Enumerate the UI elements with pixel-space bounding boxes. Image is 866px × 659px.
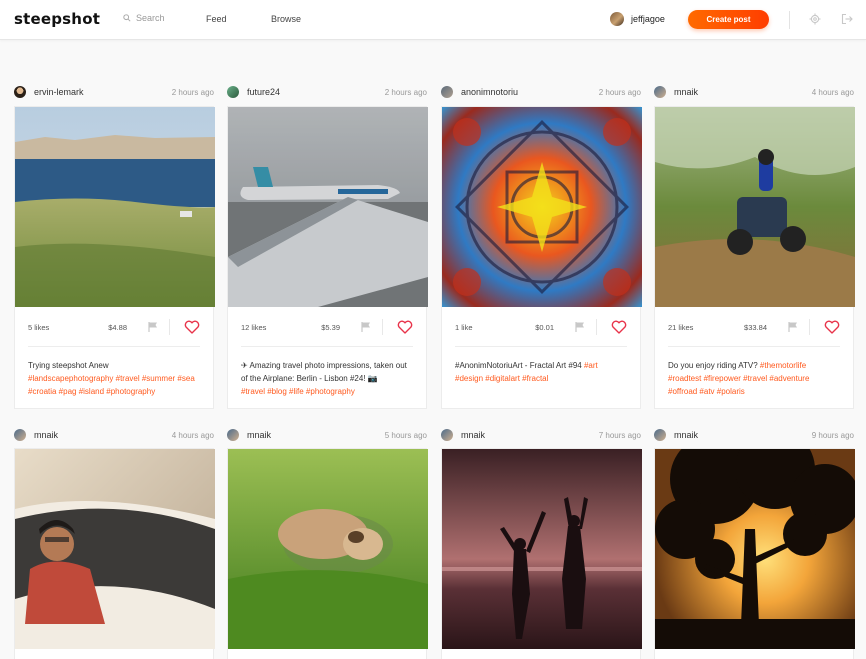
post-time: 9 hours ago [811,430,854,440]
post-text: #AnonimNotoriuArt - Fractal Art #94 [455,361,582,370]
post-photo[interactable] [655,107,855,307]
payout: $0.01 [535,323,554,332]
post-header: future24 2 hours ago [227,84,427,100]
heart-icon[interactable] [611,320,627,334]
post-author[interactable]: anonimnotoriu [461,87,518,97]
post-time: 2 hours ago [171,87,214,97]
post-photo[interactable] [442,107,642,307]
post-stats: 12 likes $5.39 [241,307,413,347]
avatar[interactable] [441,86,453,98]
post-header: mnaik 4 hours ago [654,84,854,100]
avatar[interactable] [654,429,666,441]
post-text: Do you enjoy riding ATV? [668,361,758,370]
post-text: Trying steepshot Anew [28,361,109,370]
likes-count[interactable]: 21 likes [668,323,693,332]
post-photo[interactable] [442,449,642,649]
post-author[interactable]: mnaik [674,430,698,440]
post-text: ✈ Amazing travel photo impressions, take… [241,361,407,383]
post-time: 4 hours ago [171,430,214,440]
post-time: 4 hours ago [811,87,854,97]
post-photo[interactable] [228,107,428,307]
post-time: 5 hours ago [384,430,427,440]
divider [596,319,597,335]
post-card[interactable]: 5 likes $4.88 Trying steepshot Anew #lan… [14,106,215,409]
divider [809,319,810,335]
post-time: 2 hours ago [384,87,427,97]
post-card[interactable]: 1 like $0.01 #AnonimNotoriuArt - Fractal… [441,106,642,409]
post-stats: 21 likes $33.84 [668,307,840,347]
post-time: 7 hours ago [598,430,641,440]
likes-count[interactable]: 12 likes [241,323,266,332]
post-author[interactable]: mnaik [461,430,485,440]
heart-icon[interactable] [184,320,200,334]
nav-feed[interactable]: Feed [206,14,227,24]
avatar[interactable] [654,86,666,98]
search-icon [123,14,131,22]
avatar [610,12,624,26]
payout: $4.88 [108,323,127,332]
top-header: steepshot Search Feed Browse jeffjagoe C… [0,0,866,40]
post-card[interactable] [441,448,642,659]
logout-icon[interactable] [841,13,853,25]
gear-icon[interactable] [809,13,821,25]
post-card[interactable]: 21 likes $33.84 Do you enjoy riding ATV?… [654,106,855,409]
divider [382,319,383,335]
post-header: mnaik 9 hours ago [654,427,854,443]
post-header: anonimnotoriu 2 hours ago [441,84,641,100]
search-box[interactable]: Search [123,13,165,23]
likes-count[interactable]: 1 like [455,323,473,332]
post-header: mnaik 5 hours ago [227,427,427,443]
post-author[interactable]: ervin-lemark [34,87,84,97]
divider [789,11,790,29]
payout: $33.84 [744,323,767,332]
post-tags[interactable]: #travel #blog #life #photography [241,387,355,396]
flag-icon[interactable] [147,321,159,333]
post-photo[interactable] [228,449,428,649]
create-post-button[interactable]: Create post [688,10,769,29]
post-header: mnaik 4 hours ago [14,427,214,443]
post-header: mnaik 7 hours ago [441,427,641,443]
nav-browse[interactable]: Browse [271,14,301,24]
post-tags[interactable]: #landscapephotography #travel #summer #s… [28,374,195,396]
post-card[interactable] [654,448,855,659]
post-stats: 5 likes $4.88 [28,307,200,347]
heart-icon[interactable] [397,320,413,334]
post-card[interactable] [227,448,428,659]
post-author[interactable]: mnaik [34,430,58,440]
user-profile[interactable]: jeffjagoe [610,12,665,26]
avatar[interactable] [14,429,26,441]
post-time: 2 hours ago [598,87,641,97]
search-placeholder: Search [136,13,165,23]
flag-icon[interactable] [787,321,799,333]
avatar[interactable] [227,429,239,441]
post-description: Trying steepshot Anew #landscapephotogra… [15,347,213,398]
post-author[interactable]: mnaik [247,430,271,440]
heart-icon[interactable] [824,320,840,334]
post-photo[interactable] [15,107,215,307]
username: jeffjagoe [631,14,665,24]
post-photo[interactable] [15,449,215,649]
likes-count[interactable]: 5 likes [28,323,49,332]
logo[interactable]: steepshot [14,10,100,28]
divider [169,319,170,335]
post-description: ✈ Amazing travel photo impressions, take… [228,347,426,398]
flag-icon[interactable] [574,321,586,333]
avatar[interactable] [441,429,453,441]
post-card[interactable]: 12 likes $5.39 ✈ Amazing travel photo im… [227,106,428,409]
post-card[interactable] [14,448,215,659]
avatar[interactable] [227,86,239,98]
avatar[interactable] [14,86,26,98]
post-photo[interactable] [655,449,855,649]
flag-icon[interactable] [360,321,372,333]
post-description: #AnonimNotoriuArt - Fractal Art #94 #art… [442,347,640,385]
post-stats: 1 like $0.01 [455,307,627,347]
payout: $5.39 [321,323,340,332]
post-author[interactable]: future24 [247,87,280,97]
post-description: Do you enjoy riding ATV? #themotorlife #… [655,347,853,398]
post-author[interactable]: mnaik [674,87,698,97]
post-header: ervin-lemark 2 hours ago [14,84,214,100]
